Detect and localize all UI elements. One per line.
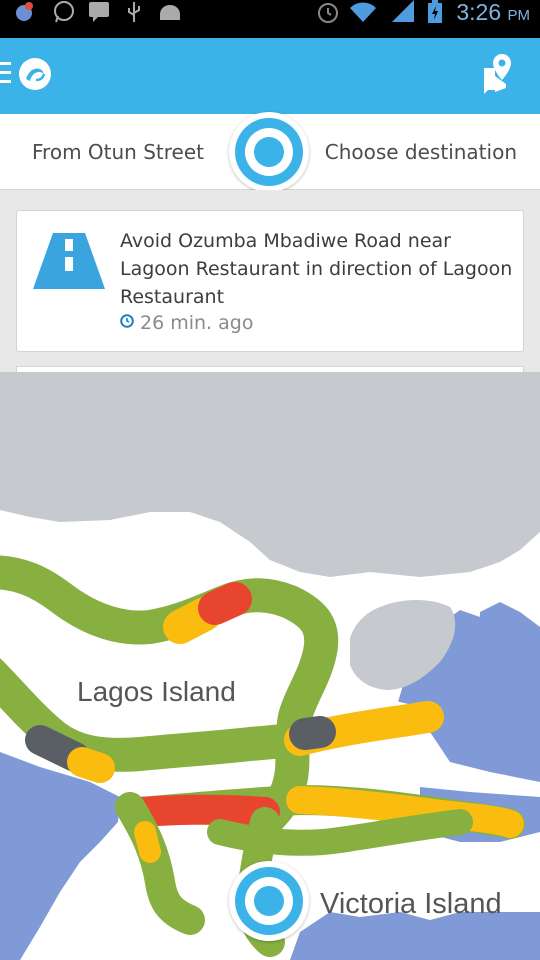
alert-time-text: 26 min. ago (140, 312, 254, 334)
map-label-victoria-island: Victoria Island (320, 888, 502, 920)
menu-icon[interactable] (0, 62, 12, 86)
alarm-icon (318, 3, 338, 23)
status-time: 3:26 PM (456, 0, 530, 25)
notification-icon (16, 2, 33, 21)
signal-icon (392, 0, 414, 22)
road-icon (33, 233, 105, 289)
app-logo-icon[interactable] (16, 54, 54, 94)
road-segment-slow (134, 821, 161, 863)
battery-icon (428, 0, 442, 23)
android-icon (160, 5, 180, 20)
road-segment-jam (125, 794, 280, 827)
wifi-icon (350, 2, 376, 22)
road-segment-closed (289, 716, 336, 750)
origin-field[interactable]: From Otun Street (32, 140, 204, 164)
destination-field[interactable]: Choose destination (325, 140, 517, 164)
road-segment-slow (67, 747, 115, 783)
whatsapp-icon (54, 1, 74, 23)
alert-time: 26 min. ago (120, 312, 253, 334)
route-button[interactable] (229, 112, 309, 192)
target-icon (235, 118, 303, 186)
map-label-lagos-island: Lagos Island (77, 676, 236, 707)
status-bar: 3:26 PM (0, 0, 540, 38)
location-target-icon (235, 867, 303, 935)
current-location-marker[interactable] (229, 861, 309, 941)
map-view[interactable]: Lagos Island Victoria Island (0, 372, 540, 960)
traffic-alert-card[interactable]: Avoid Ozumba Mbadiwe Road near Lagoon Re… (16, 210, 524, 352)
water-lagoon-east (478, 602, 540, 772)
road-segment-jam (198, 582, 252, 625)
message-icon (89, 2, 109, 22)
alert-message: Avoid Ozumba Mbadiwe Road near Lagoon Re… (120, 230, 513, 308)
usb-icon (128, 2, 140, 22)
place-report-icon[interactable] (482, 52, 514, 94)
clock-icon (120, 314, 134, 328)
app-bar (0, 38, 540, 114)
